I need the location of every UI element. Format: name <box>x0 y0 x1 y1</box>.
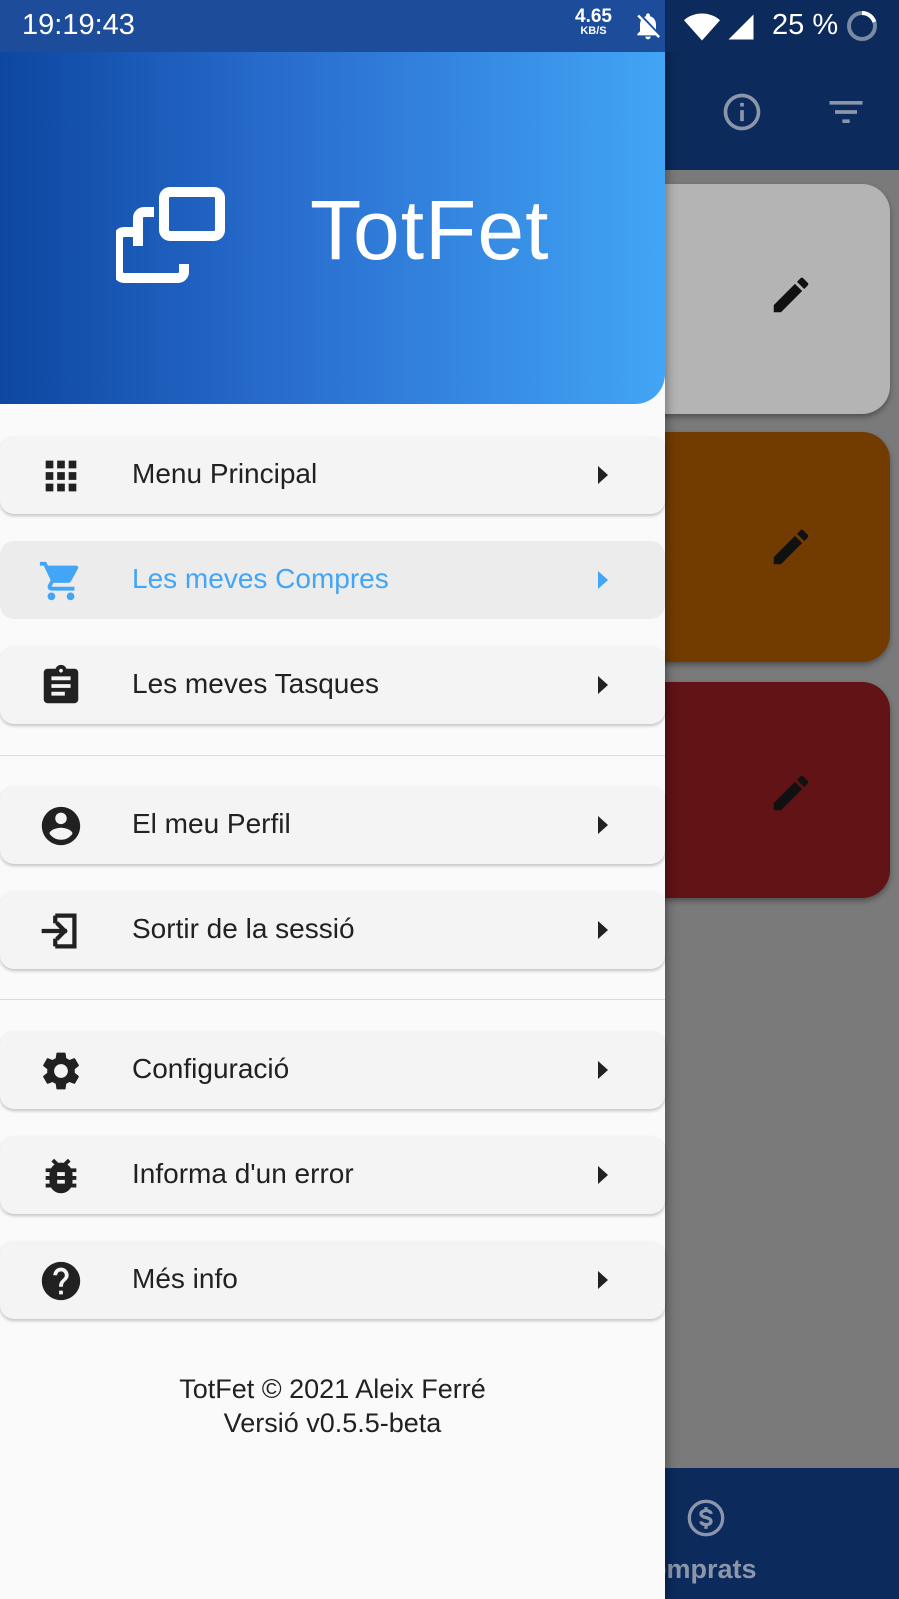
arrow-right-icon <box>598 676 608 694</box>
menu-item-el-meu-perfil[interactable]: El meu Perfil <box>0 786 665 864</box>
menu-item-label: Informa d'un error <box>132 1158 354 1189</box>
network-speed-value: 4.65 <box>575 6 612 27</box>
menu-item-label: Les meves Tasques <box>132 668 379 699</box>
menu-item-sortir-de-la-sessio[interactable]: Sortir de la sessió <box>0 891 665 969</box>
status-bar: 19:19:43 4.65 KB/S 25 % <box>0 0 899 52</box>
bottom-nav-label[interactable]: omprats <box>650 1554 757 1585</box>
network-speed: 4.65 KB/S <box>575 7 612 37</box>
pencil-icon[interactable] <box>768 272 814 318</box>
pencil-icon[interactable] <box>768 770 814 816</box>
pencil-icon[interactable] <box>768 524 814 570</box>
gear-icon <box>43 1052 79 1090</box>
menu-item-label: Sortir de la sessió <box>132 913 355 944</box>
menu-item-label: Més info <box>132 1263 238 1294</box>
signal-icon <box>728 14 754 40</box>
menu-item-label: Les meves Compres <box>132 563 389 594</box>
app-title: TotFet <box>310 183 550 277</box>
info-icon[interactable] <box>720 90 764 134</box>
copyright-text: TotFet © 2021 Aleix Ferré <box>179 1374 486 1404</box>
version-text: Versió v0.5.5-beta <box>223 1408 442 1438</box>
menu-item-label: Configuració <box>132 1053 290 1084</box>
filter-icon[interactable] <box>824 90 868 134</box>
menu-item-informa-error[interactable]: Informa d'un error <box>0 1136 665 1214</box>
bug-icon <box>45 1158 77 1194</box>
clipboard-icon <box>43 664 79 704</box>
arrow-right-icon <box>598 1271 608 1289</box>
status-time: 19:19:43 <box>22 9 135 41</box>
arrow-right-icon <box>598 1061 608 1079</box>
stacked-cards-logo <box>116 187 225 283</box>
network-speed-unit: KB/S <box>580 25 607 37</box>
account-circle-icon <box>41 806 81 846</box>
menu-item-configuracio[interactable]: Configuració <box>0 1031 665 1109</box>
menu-item-les-meves-compres[interactable]: Les meves Compres <box>0 541 665 619</box>
arrow-right-icon <box>598 921 608 939</box>
arrow-right-icon <box>598 816 608 834</box>
arrow-right-icon <box>598 466 608 484</box>
help-icon <box>41 1261 81 1301</box>
drawer-header: TotFet <box>0 52 665 404</box>
exit-icon <box>41 913 77 949</box>
menu-item-mes-info[interactable]: Més info <box>0 1241 665 1319</box>
arrow-right-icon <box>598 571 608 589</box>
divider <box>0 755 665 756</box>
menu-item-menu-principal[interactable]: Menu Principal <box>0 436 665 514</box>
menu-item-label: Menu Principal <box>132 458 318 489</box>
bell-off-icon <box>637 13 660 40</box>
arrow-right-icon <box>598 1166 608 1184</box>
drawer-footer: TotFet © 2021 Aleix Ferré Versió v0.5.5-… <box>0 1372 665 1440</box>
divider <box>0 999 665 1000</box>
cart-icon <box>39 561 79 601</box>
menu-item-label: El meu Perfil <box>132 808 291 839</box>
navigation-drawer: TotFet Menu Principal Les meves Compres … <box>0 0 665 1599</box>
menu-item-les-meves-tasques[interactable]: Les meves Tasques <box>0 646 665 724</box>
battery-ring-icon <box>847 10 877 41</box>
dollar-icon[interactable] <box>686 1498 726 1538</box>
battery-percent: 25 % <box>772 9 839 41</box>
grid-icon <box>45 460 77 492</box>
wifi-icon <box>684 13 720 41</box>
